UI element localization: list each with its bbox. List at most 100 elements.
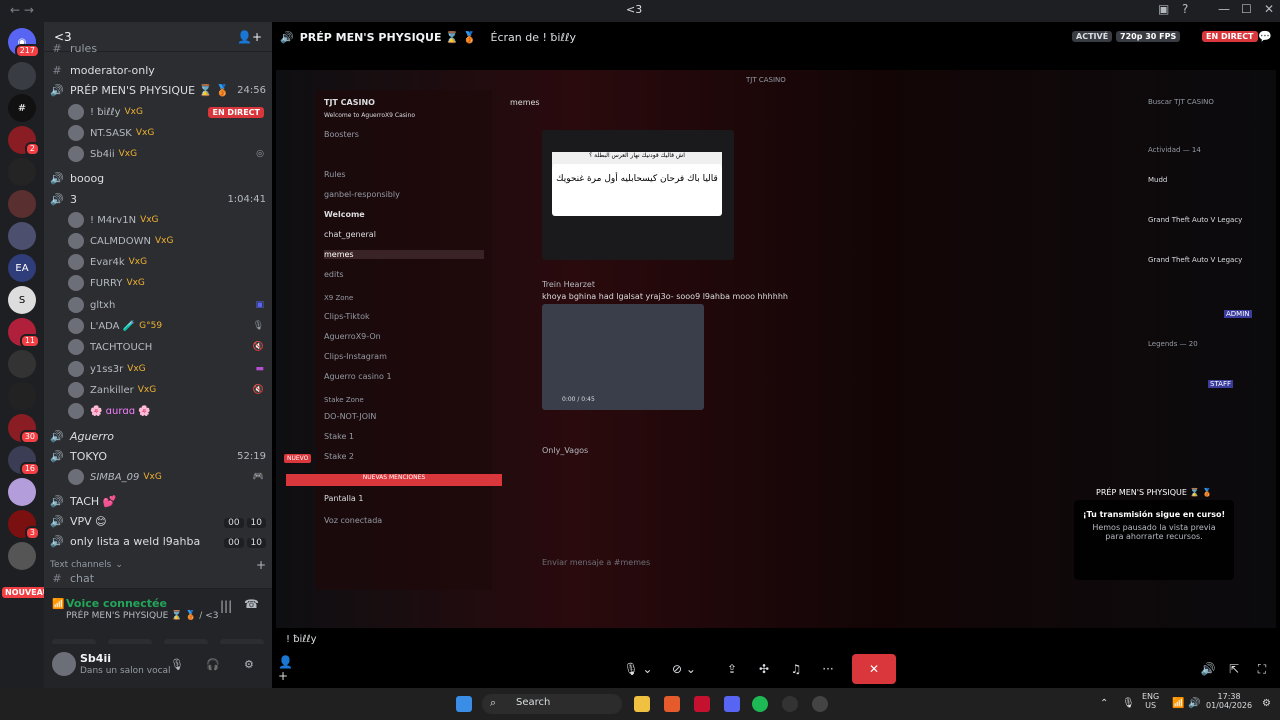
avatar (68, 339, 84, 355)
pop-out-icon[interactable]: ⇱ (1224, 654, 1244, 684)
discord-icon[interactable] (724, 696, 740, 712)
voice-user[interactable]: FURRY VxG (68, 273, 264, 293)
voice-user[interactable]: NT.SASK VxG (68, 123, 264, 143)
notifications-icon[interactable]: ⚙ (1262, 698, 1271, 709)
voice-user[interactable]: ! M4rv1N VxG (68, 210, 264, 230)
avatar (68, 125, 84, 141)
voice-user[interactable]: gltxh ▣ (68, 295, 264, 315)
direct-messages-icon[interactable]: ◉ 217 (8, 28, 40, 58)
voice-user[interactable]: SIMBA_09 VxG 🎮 (68, 467, 264, 487)
voice-channel-booog[interactable]: 🔊 booog (50, 168, 266, 188)
app-icon[interactable] (782, 696, 798, 712)
server-icon[interactable]: # (8, 94, 36, 122)
voice-channel-prep[interactable]: 🔊 PRÉP MEN'S PHYSIQUE ⌛ 🥉 24:56 (50, 80, 266, 100)
volume-icon[interactable]: 🔊 (1198, 654, 1218, 684)
category-text-channels[interactable]: Text channels ⌄ + (50, 555, 266, 575)
server-icon[interactable]: S (8, 286, 36, 314)
clock[interactable]: 17:38 01/04/2026 (1206, 692, 1252, 710)
voice-user[interactable]: CALMDOWN VxG (68, 231, 264, 251)
voice-user[interactable]: TACHTOUCH 🔇 (68, 337, 264, 357)
wifi-icon[interactable]: 📶 (1172, 698, 1184, 709)
speaker-icon: 🔊 (50, 171, 64, 185)
channel-moderator-only[interactable]: # moderator-only (50, 60, 266, 80)
avatar (68, 104, 84, 120)
server-icon[interactable] (8, 190, 36, 218)
voice-user[interactable]: L'ADA 🧪 G°59 🎙 (68, 316, 264, 336)
fullscreen-icon[interactable]: ⛶ (1252, 654, 1272, 684)
camera-button[interactable]: ⊘ ⌄ (664, 654, 704, 684)
server-icon[interactable] (8, 62, 36, 90)
chevron-down-icon: ⌄ (115, 560, 123, 570)
avatar (68, 318, 84, 334)
more-options-icon[interactable]: ··· (816, 654, 840, 684)
microphone-icon[interactable]: 🎙 (1122, 698, 1135, 709)
channel-chat[interactable]: # chat (50, 573, 266, 583)
disconnect-icon[interactable]: ☎ (244, 597, 259, 611)
invite-icon[interactable]: 👤+ (278, 654, 300, 684)
channel-rules[interactable]: # rules (50, 42, 266, 54)
noise-suppression-icon[interactable]: ||| (220, 599, 232, 613)
active-badge: ACTIVÉ (1072, 31, 1113, 42)
voice-channel-only-lista[interactable]: 🔊 only lista a weld l9ahba 00 10 (50, 531, 266, 551)
voice-channel-aguerro[interactable]: 🔊 Aguerro (50, 426, 266, 446)
back-arrow-icon[interactable]: ← → (10, 3, 34, 17)
voice-user[interactable]: Sb4ii VxG ◎ (68, 144, 264, 164)
server-icon[interactable] (8, 158, 36, 186)
speaker-icon: 🔊 (50, 449, 64, 463)
voice-channel-tach[interactable]: 🔊 TACH 💕 (50, 491, 266, 511)
file-explorer-icon[interactable] (634, 696, 650, 712)
voice-user[interactable]: ! ƀiℓℓy VxG EN DIRECT (68, 102, 264, 122)
speaker-icon: 🔊 (50, 494, 64, 508)
stream-video[interactable]: TJT CASINO TJT CASINO Welcome to Aguerro… (276, 70, 1276, 630)
microphone-button[interactable]: 🎙 ⌄ (618, 654, 658, 684)
voice-user[interactable]: 🌸 ɑurɑɑ 🌸 (68, 401, 264, 421)
volume-icon[interactable]: 🔊 (1188, 698, 1200, 709)
avatar (68, 212, 84, 228)
screen-share-button[interactable]: ⇪ (720, 654, 744, 684)
app-icon[interactable] (694, 696, 710, 712)
server-icon[interactable]: 11 (8, 318, 40, 348)
windows-start-icon[interactable] (456, 696, 472, 712)
avatar[interactable] (52, 652, 76, 676)
server-icon[interactable] (8, 542, 36, 570)
maximize-icon[interactable]: ☐ (1241, 2, 1252, 16)
server-icon[interactable]: 30 (8, 414, 40, 444)
chat-bubble-icon[interactable]: 💬 (1258, 30, 1272, 43)
voice-user[interactable]: Zankiller VxG 🔇 (68, 380, 264, 400)
hash-icon: # (52, 42, 62, 54)
voice-channel-vpv[interactable]: 🔊 VPV 😊 00 10 (50, 511, 266, 531)
server-icon[interactable] (8, 222, 36, 250)
title-bar: ← → <3 ▣ ? — ☐ ✕ (0, 0, 1280, 22)
app-icon[interactable] (812, 696, 828, 712)
server-icon[interactable] (8, 350, 36, 378)
hash-icon: # (52, 573, 62, 583)
microphone-icon[interactable]: 🎙 (170, 658, 184, 671)
spotify-icon[interactable] (752, 696, 768, 712)
voice-user[interactable]: y1ss3r VxG ▬ (68, 359, 264, 379)
settings-gear-icon[interactable]: ⚙ (244, 658, 254, 671)
minimize-icon[interactable]: — (1218, 2, 1230, 16)
server-icon[interactable] (8, 478, 36, 506)
activities-button[interactable]: ✣ (752, 654, 776, 684)
language-indicator[interactable]: ENG US (1142, 692, 1159, 710)
soundboard-button[interactable]: ♫ (784, 654, 808, 684)
server-icon[interactable]: 2 (8, 126, 40, 156)
chevron-up-icon[interactable]: ⌃ (1100, 698, 1108, 709)
end-call-button[interactable]: ✕ (852, 654, 896, 684)
help-icon[interactable]: ? (1182, 2, 1188, 16)
stream-header: 🔊 PRÉP MEN'S PHYSIQUE ⌛ 🥉 Écran de ! ƀiℓ… (272, 22, 1280, 52)
server-icon[interactable]: EA (8, 254, 36, 282)
inbox-icon[interactable]: ▣ (1158, 2, 1169, 16)
brave-icon[interactable] (664, 696, 680, 712)
live-badge: EN DIRECT (208, 106, 264, 118)
server-icon[interactable]: 16 (8, 446, 40, 476)
server-icon[interactable]: 3 (8, 510, 40, 540)
taskbar-search[interactable]: Search (482, 694, 622, 714)
voice-user[interactable]: Evar4k VxG (68, 252, 264, 272)
add-channel-icon[interactable]: + (256, 558, 266, 572)
server-icon[interactable] (8, 382, 36, 410)
close-icon[interactable]: ✕ (1264, 2, 1274, 16)
voice-channel-3[interactable]: 🔊 3 1:04:41 (50, 189, 266, 209)
voice-channel-tokyo[interactable]: 🔊 TOKYO 52:19 (50, 446, 266, 466)
headphones-icon[interactable]: 🎧 (206, 658, 220, 671)
